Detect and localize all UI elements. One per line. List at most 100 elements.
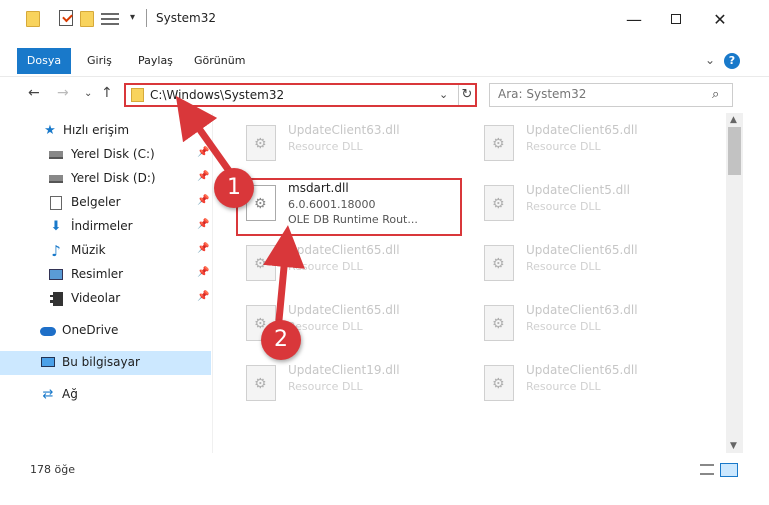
sidebar-item-onedrive[interactable]: OneDrive bbox=[0, 319, 211, 343]
bottom-padding bbox=[0, 485, 769, 505]
file-name: UpdateClient65.dll bbox=[288, 243, 400, 257]
details-view-icon[interactable] bbox=[700, 464, 714, 475]
file-name: UpdateClient65.dll bbox=[526, 363, 638, 377]
address-bar[interactable]: C:\Windows\System32 ⌄ ↻ bbox=[124, 83, 477, 107]
file-type: Resource DLL bbox=[288, 380, 363, 393]
music-icon: ♪ bbox=[51, 242, 61, 260]
pin-icon: 📌 bbox=[197, 171, 210, 182]
quick-access-dropdown-icon[interactable]: ▾ bbox=[130, 12, 135, 23]
computer-icon bbox=[40, 355, 56, 371]
tab-share[interactable]: Paylaş bbox=[128, 48, 183, 74]
file-item[interactable]: UpdateClient63.dll Resource DLL bbox=[236, 119, 466, 165]
title-bar: ▾ System32 — ✕ bbox=[0, 0, 769, 48]
file-type: Resource DLL bbox=[526, 260, 601, 273]
file-type: Resource DLL bbox=[526, 200, 601, 213]
file-list: UpdateClient63.dll Resource DLL msdart.d… bbox=[214, 113, 726, 453]
file-type: Resource DLL bbox=[526, 140, 601, 153]
window-title: System32 bbox=[156, 11, 217, 25]
sidebar-item-label: Hızlı erişim bbox=[63, 123, 130, 137]
recent-locations-icon[interactable]: ⌄ bbox=[84, 88, 92, 99]
forward-button[interactable]: → bbox=[57, 85, 69, 101]
file-item[interactable]: UpdateClient63.dll Resource DLL bbox=[474, 299, 704, 345]
dll-file-icon bbox=[484, 305, 514, 341]
folder-icon[interactable] bbox=[26, 9, 42, 27]
pin-icon: 📌 bbox=[197, 147, 210, 158]
drive-icon bbox=[48, 171, 64, 187]
sidebar-item-pictures[interactable]: Resimler 📌 bbox=[0, 263, 211, 287]
file-item[interactable]: UpdateClient65.dll Resource DLL bbox=[474, 239, 704, 285]
tab-file[interactable]: Dosya bbox=[17, 48, 71, 74]
address-path[interactable]: C:\Windows\System32 bbox=[150, 88, 284, 102]
file-name: UpdateClient65.dll bbox=[288, 303, 400, 317]
file-item[interactable]: UpdateClient19.dll Resource DLL bbox=[236, 359, 466, 405]
sidebar-item-documents[interactable]: Belgeler 📌 bbox=[0, 191, 211, 215]
status-bar: 178 öğe bbox=[0, 455, 769, 485]
back-button[interactable]: ← bbox=[28, 85, 40, 101]
refresh-button[interactable]: ↻ bbox=[458, 85, 475, 105]
minimize-button[interactable]: — bbox=[611, 3, 657, 35]
file-item[interactable]: UpdateClient65.dll Resource DLL bbox=[474, 119, 704, 165]
tab-view[interactable]: Görünüm bbox=[184, 48, 255, 74]
file-item[interactable]: UpdateClient5.dll Resource DLL bbox=[474, 179, 704, 225]
customize-toolbar-icon[interactable] bbox=[101, 10, 119, 26]
video-icon bbox=[48, 291, 64, 307]
maximize-button[interactable] bbox=[653, 3, 699, 35]
document-icon bbox=[48, 195, 64, 211]
sidebar-item-videos[interactable]: Videolar 📌 bbox=[0, 287, 211, 311]
sidebar-item-label: Bu bilgisayar bbox=[62, 355, 140, 369]
close-button[interactable]: ✕ bbox=[697, 3, 743, 35]
pin-icon: 📌 bbox=[197, 267, 210, 278]
dll-file-icon bbox=[484, 245, 514, 281]
scroll-up-icon[interactable]: ▲ bbox=[730, 115, 737, 125]
sidebar-item-drive-d[interactable]: Yerel Disk (D:) 📌 bbox=[0, 167, 211, 191]
sidebar-item-label: Videolar bbox=[71, 291, 121, 305]
scroll-thumb[interactable] bbox=[728, 127, 741, 175]
search-box[interactable]: ⌕ bbox=[489, 83, 733, 107]
navigation-bar: ← → ⌄ ↑ C:\Windows\System32 ⌄ ↻ ⌕ bbox=[0, 76, 769, 112]
search-input[interactable] bbox=[498, 87, 698, 101]
dll-file-icon bbox=[246, 125, 276, 161]
sidebar-item-drive-c[interactable]: Yerel Disk (C:) 📌 bbox=[0, 143, 211, 167]
file-name: UpdateClient65.dll bbox=[526, 243, 638, 257]
scroll-down-icon[interactable]: ▼ bbox=[730, 441, 737, 451]
sidebar-item-quick-access[interactable]: ★ Hızlı erişim bbox=[0, 119, 211, 143]
tab-home[interactable]: Giriş bbox=[77, 48, 122, 74]
sidebar-item-label: OneDrive bbox=[62, 323, 119, 337]
new-folder-icon[interactable] bbox=[80, 9, 96, 27]
pin-icon: 📌 bbox=[197, 291, 210, 302]
file-name: UpdateClient65.dll bbox=[526, 123, 638, 137]
sidebar-item-label: Müzik bbox=[71, 243, 106, 257]
file-name: UpdateClient63.dll bbox=[526, 303, 638, 317]
dll-file-icon bbox=[484, 125, 514, 161]
address-dropdown-icon[interactable]: ⌄ bbox=[439, 88, 448, 101]
sidebar-item-this-pc[interactable]: Bu bilgisayar bbox=[0, 351, 211, 375]
expand-ribbon-icon[interactable]: ⌄ bbox=[705, 53, 715, 67]
folder-icon bbox=[131, 88, 144, 102]
dll-file-icon bbox=[484, 185, 514, 221]
step-2-badge: 2 bbox=[261, 320, 301, 360]
file-item[interactable]: UpdateClient65.dll Resource DLL bbox=[236, 239, 466, 285]
file-item[interactable]: UpdateClient65.dll Resource DLL bbox=[474, 359, 704, 405]
pane-divider[interactable] bbox=[212, 113, 213, 453]
sidebar-item-music[interactable]: ♪ Müzik 📌 bbox=[0, 239, 211, 263]
file-name: UpdateClient19.dll bbox=[288, 363, 400, 377]
tiles-view-icon[interactable] bbox=[720, 463, 738, 477]
highlight-frame bbox=[236, 178, 462, 236]
file-type: Resource DLL bbox=[288, 260, 363, 273]
pin-icon: 📌 bbox=[197, 195, 210, 206]
sidebar-item-label: İndirmeler bbox=[71, 219, 133, 233]
vertical-scrollbar[interactable]: ▲ ▼ bbox=[726, 113, 743, 453]
maximize-icon bbox=[671, 14, 681, 24]
navigation-pane: ★ Hızlı erişim Yerel Disk (C:) 📌 Yerel D… bbox=[0, 113, 212, 453]
dll-file-icon bbox=[246, 365, 276, 401]
up-button[interactable]: ↑ bbox=[101, 85, 113, 101]
properties-check-icon[interactable] bbox=[58, 9, 74, 27]
help-icon[interactable]: ? bbox=[724, 53, 740, 69]
step-1-badge: 1 bbox=[214, 168, 254, 208]
search-icon[interactable]: ⌕ bbox=[712, 87, 719, 102]
sidebar-item-label: Belgeler bbox=[71, 195, 121, 209]
file-type: Resource DLL bbox=[288, 140, 363, 153]
network-icon: ⇄ bbox=[42, 387, 54, 402]
sidebar-item-downloads[interactable]: ⬇ İndirmeler 📌 bbox=[0, 215, 211, 239]
sidebar-item-network[interactable]: ⇄ Ağ bbox=[0, 383, 211, 407]
